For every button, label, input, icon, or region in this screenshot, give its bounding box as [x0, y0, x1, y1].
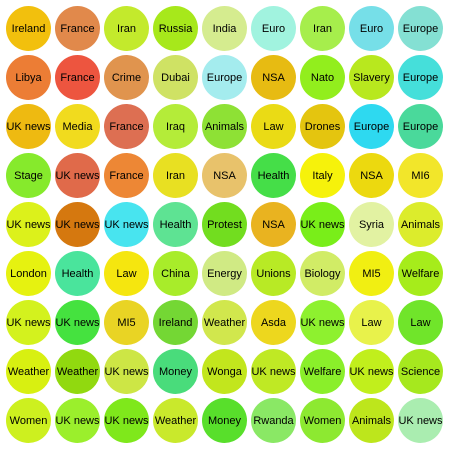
topic-bubble[interactable]: Weather — [6, 349, 51, 394]
topic-bubble[interactable]: MI5 — [349, 251, 394, 296]
topic-bubble[interactable]: Asda — [251, 300, 296, 345]
topic-bubble[interactable]: Crime — [104, 55, 149, 100]
topic-bubble[interactable]: Law — [104, 251, 149, 296]
topic-bubble[interactable]: Weather — [55, 349, 100, 394]
topic-bubble[interactable]: UK news — [300, 300, 345, 345]
topic-bubble[interactable]: Animals — [202, 104, 247, 149]
topic-bubble[interactable]: Drones — [300, 104, 345, 149]
topic-bubble[interactable]: UK news — [104, 202, 149, 247]
topic-bubble[interactable]: Health — [55, 251, 100, 296]
topic-bubble[interactable]: UK news — [55, 300, 100, 345]
topic-bubble[interactable]: Iraq — [153, 104, 198, 149]
topic-bubble[interactable]: Europe — [398, 6, 443, 51]
topic-bubble[interactable]: Italy — [300, 153, 345, 198]
topic-bubble[interactable]: UK news — [104, 349, 149, 394]
topic-bubble[interactable]: Health — [251, 153, 296, 198]
topic-bubble[interactable]: France — [55, 6, 100, 51]
topic-bubble[interactable]: Euro — [251, 6, 296, 51]
topic-bubble[interactable]: Europe — [398, 55, 443, 100]
topic-bubble[interactable]: Stage — [6, 153, 51, 198]
topic-bubble[interactable]: Protest — [202, 202, 247, 247]
topic-bubble[interactable]: Money — [153, 349, 198, 394]
topic-bubble[interactable]: Law — [398, 300, 443, 345]
topic-bubble[interactable]: UK news — [6, 300, 51, 345]
topic-bubble[interactable]: MI5 — [104, 300, 149, 345]
topic-bubble[interactable]: Ireland — [153, 300, 198, 345]
topic-bubble[interactable]: NSA — [349, 153, 394, 198]
topic-bubble[interactable]: Animals — [398, 202, 443, 247]
topic-bubble[interactable]: Euro — [349, 6, 394, 51]
topic-bubble[interactable]: Energy — [202, 251, 247, 296]
topic-bubble[interactable]: Weather — [153, 398, 198, 443]
topic-bubble[interactable]: Europe — [398, 104, 443, 149]
topic-bubble[interactable]: Europe — [349, 104, 394, 149]
topic-bubble[interactable]: UK news — [104, 398, 149, 443]
topic-bubble[interactable]: China — [153, 251, 198, 296]
topic-bubble[interactable]: Money — [202, 398, 247, 443]
topic-bubble[interactable]: UK news — [349, 349, 394, 394]
topic-bubble[interactable]: Ireland — [6, 6, 51, 51]
topic-bubble[interactable]: MI6 — [398, 153, 443, 198]
topic-bubble[interactable]: Welfare — [300, 349, 345, 394]
topic-bubble[interactable]: Iran — [104, 6, 149, 51]
topic-bubble[interactable]: Iran — [153, 153, 198, 198]
topic-bubble[interactable]: France — [104, 104, 149, 149]
topic-bubble[interactable]: Rwanda — [251, 398, 296, 443]
topic-bubble[interactable]: Law — [349, 300, 394, 345]
topic-bubble[interactable]: Media — [55, 104, 100, 149]
topic-bubble[interactable]: Wonga — [202, 349, 247, 394]
topic-bubble[interactable]: UK news — [55, 202, 100, 247]
topic-bubble[interactable]: Dubai — [153, 55, 198, 100]
topic-bubble[interactable]: Women — [300, 398, 345, 443]
topic-bubble[interactable]: Unions — [251, 251, 296, 296]
topic-bubble[interactable]: Health — [153, 202, 198, 247]
topic-bubble[interactable]: Science — [398, 349, 443, 394]
topic-bubble[interactable]: UK news — [55, 398, 100, 443]
topic-bubble[interactable]: Law — [251, 104, 296, 149]
topic-bubble[interactable]: Libya — [6, 55, 51, 100]
topic-bubble[interactable]: Europe — [202, 55, 247, 100]
topic-bubble[interactable]: Weather — [202, 300, 247, 345]
topic-bubble[interactable]: London — [6, 251, 51, 296]
topic-bubble[interactable]: NSA — [202, 153, 247, 198]
topic-bubble[interactable]: France — [104, 153, 149, 198]
topic-bubble[interactable]: Biology — [300, 251, 345, 296]
topic-bubble[interactable]: Slavery — [349, 55, 394, 100]
topic-bubble[interactable]: NSA — [251, 55, 296, 100]
topic-bubble[interactable]: NSA — [251, 202, 296, 247]
topic-bubble[interactable]: UK news — [251, 349, 296, 394]
topic-bubble[interactable]: Women — [6, 398, 51, 443]
topic-bubble[interactable]: Welfare — [398, 251, 443, 296]
topic-bubble[interactable]: Syria — [349, 202, 394, 247]
topic-bubble[interactable]: UK news — [398, 398, 443, 443]
topic-bubble[interactable]: UK news — [55, 153, 100, 198]
topic-bubble[interactable]: Animals — [349, 398, 394, 443]
topic-bubble[interactable]: Nato — [300, 55, 345, 100]
topic-bubble[interactable]: UK news — [6, 202, 51, 247]
topic-bubble[interactable]: UK news — [6, 104, 51, 149]
topic-bubble[interactable]: Russia — [153, 6, 198, 51]
topic-bubble[interactable]: UK news — [300, 202, 345, 247]
topic-bubble[interactable]: India — [202, 6, 247, 51]
topic-bubble-grid: Ireland France Iran Russia India Euro Ir… — [4, 4, 445, 445]
topic-bubble[interactable]: Iran — [300, 6, 345, 51]
topic-bubble[interactable]: France — [55, 55, 100, 100]
